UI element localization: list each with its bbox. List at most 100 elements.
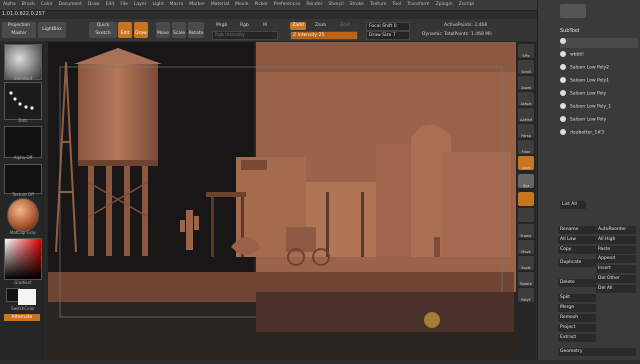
- shelf-button-local[interactable]: Local: [518, 156, 534, 170]
- draw-button[interactable]: Draw: [134, 22, 148, 38]
- menu-item-macro[interactable]: Macro: [167, 0, 187, 10]
- menu-item-stroke[interactable]: Stroke: [347, 0, 367, 10]
- shelf-button-xyz[interactable]: Xyz: [518, 174, 534, 188]
- dynamic-toggle[interactable]: Dynamic: [422, 32, 442, 37]
- del-all-button[interactable]: Del All: [596, 285, 636, 293]
- delete-button[interactable]: Delete: [558, 279, 596, 287]
- menu-item-brush[interactable]: Brush: [19, 0, 38, 10]
- menu-item-light[interactable]: Light: [149, 0, 166, 10]
- shelf-button-slot-9[interactable]: [518, 192, 534, 206]
- menu-item-layer[interactable]: Layer: [131, 0, 150, 10]
- menu-item-alpha[interactable]: Alpha: [0, 0, 19, 10]
- menu-item-zplugin[interactable]: Zplugin: [433, 0, 456, 10]
- insert-button[interactable]: Insert: [596, 265, 636, 273]
- zadd-toggle[interactable]: Zadd: [290, 22, 306, 30]
- subtool-visibility-icon[interactable]: [560, 77, 566, 83]
- rgb-intensity-slider[interactable]: Rgb Intensity: [212, 31, 278, 40]
- m-toggle[interactable]: M: [263, 23, 267, 28]
- project-button[interactable]: Project: [558, 324, 596, 332]
- mrgb-toggle[interactable]: Mrgb: [216, 23, 227, 28]
- subtool-item[interactable]: Saloon Low Poly2: [560, 64, 638, 74]
- subtool-item[interactable]: [560, 38, 638, 48]
- subtool-visibility-icon[interactable]: [560, 90, 566, 96]
- subtool-item[interactable]: Saloon Low Poly_1: [560, 103, 638, 113]
- menu-item-file[interactable]: File: [117, 0, 131, 10]
- split-button[interactable]: Split: [558, 294, 596, 302]
- shelf-button-scroll[interactable]: Scroll: [518, 60, 534, 74]
- move-button[interactable]: Move: [156, 22, 170, 38]
- subtool-item[interactable]: Saloon Low Poly1: [560, 77, 638, 87]
- list-all-button[interactable]: List All: [560, 201, 586, 209]
- z-intensity-slider[interactable]: Z Intensity 25: [290, 31, 358, 40]
- menu-item-marker[interactable]: Marker: [186, 0, 208, 10]
- subtool-visibility-icon[interactable]: [560, 129, 566, 135]
- draw-size-slider[interactable]: Draw Size 7: [366, 31, 410, 40]
- scale-button[interactable]: Scale: [172, 22, 186, 38]
- tool-thumbnail[interactable]: [560, 4, 586, 18]
- subtool-item[interactable]: wbbtil: [560, 51, 638, 61]
- rotate-button[interactable]: Rotate: [188, 22, 204, 38]
- menu-item-zscript[interactable]: Zscript: [456, 0, 478, 10]
- del-other-button[interactable]: Del Other: [596, 275, 636, 283]
- menu-item-texture[interactable]: Texture: [367, 0, 389, 10]
- subtool-visibility-icon[interactable]: [560, 38, 566, 44]
- menu-item-color[interactable]: Color: [38, 0, 56, 10]
- focal-shift-slider[interactable]: Focal Shift 0: [366, 22, 410, 31]
- alternate-button[interactable]: Alternate: [4, 314, 40, 321]
- menu-item-picker[interactable]: Picker: [251, 0, 270, 10]
- all-high-button[interactable]: All High: [596, 236, 636, 244]
- shelf-button-zoom[interactable]: Zoom: [518, 76, 534, 90]
- merge-button[interactable]: Merge: [558, 304, 596, 312]
- subtool-visibility-icon[interactable]: [560, 116, 566, 122]
- shelf-button-persp[interactable]: Persp: [518, 124, 534, 138]
- menu-item-transform[interactable]: Transform: [404, 0, 432, 10]
- menu-item-tool[interactable]: Tool: [389, 0, 404, 10]
- duplicate-button[interactable]: Duplicate: [558, 259, 596, 267]
- color-picker[interactable]: [4, 238, 42, 280]
- geometry-button[interactable]: Geometry: [558, 348, 636, 356]
- shelf-button-actual[interactable]: Actual: [518, 92, 534, 106]
- shelf-button-slot-10[interactable]: [518, 208, 534, 222]
- shelf-button-aahalf[interactable]: AAHalf: [518, 108, 534, 122]
- shelf-button-spix[interactable]: SPix: [518, 44, 534, 58]
- material-thumbnail[interactable]: [7, 198, 39, 232]
- texture-thumbnail[interactable]: [4, 164, 42, 194]
- lightbox-button[interactable]: LightBox: [38, 22, 66, 38]
- shelf-button-rotate[interactable]: Rotate: [518, 272, 534, 286]
- shelf-button-move[interactable]: Move: [518, 240, 534, 254]
- menu-item-document[interactable]: Document: [56, 0, 85, 10]
- alpha-thumbnail[interactable]: [4, 126, 42, 158]
- shelf-button-floor[interactable]: Floor: [518, 140, 534, 154]
- all-low-button[interactable]: All Low: [558, 236, 596, 244]
- edit-button[interactable]: Edit: [118, 22, 132, 38]
- subtool-item[interactable]: doubotter_1#3: [560, 129, 638, 139]
- subtool-visibility-icon[interactable]: [560, 64, 566, 70]
- menu-item-preferences[interactable]: Preferences: [271, 0, 303, 10]
- shelf-button-scale[interactable]: Scale: [518, 256, 534, 270]
- paste-button[interactable]: Paste: [596, 246, 636, 254]
- menu-item-movie[interactable]: Movie: [232, 0, 251, 10]
- rgb-toggle[interactable]: Rgb: [240, 23, 249, 28]
- subtool-visibility-icon[interactable]: [560, 51, 566, 57]
- subtool-item[interactable]: Saloon Low Poly: [560, 116, 638, 126]
- auto-reorder-button[interactable]: AutoReorder: [596, 226, 636, 234]
- quick-sketch-button[interactable]: Quick Sketch: [89, 22, 117, 38]
- subtool-item[interactable]: Saloon Low Poly: [560, 90, 638, 100]
- menu-item-render[interactable]: Render: [303, 0, 325, 10]
- shelf-button-frame[interactable]: Frame: [518, 224, 534, 238]
- menu-item-material[interactable]: Material: [208, 0, 232, 10]
- stroke-thumbnail[interactable]: [4, 82, 42, 120]
- subtool-header[interactable]: SubTool: [560, 28, 579, 34]
- rename-button[interactable]: Rename: [558, 226, 596, 234]
- canvas-viewport[interactable]: [46, 42, 516, 360]
- zcut-toggle[interactable]: Zcut: [340, 23, 350, 28]
- menu-item-stencil[interactable]: Stencil: [325, 0, 346, 10]
- remesh-button[interactable]: Remesh: [558, 314, 596, 322]
- subtool-visibility-icon[interactable]: [560, 103, 566, 109]
- projection-master-button[interactable]: Projection Master: [2, 22, 36, 38]
- append-button[interactable]: Append: [596, 255, 636, 263]
- zsub-toggle[interactable]: Zsub: [315, 23, 326, 28]
- extract-button[interactable]: Extract: [558, 334, 596, 342]
- menu-item-edit[interactable]: Edit: [103, 0, 118, 10]
- menu-item-draw[interactable]: Draw: [85, 0, 103, 10]
